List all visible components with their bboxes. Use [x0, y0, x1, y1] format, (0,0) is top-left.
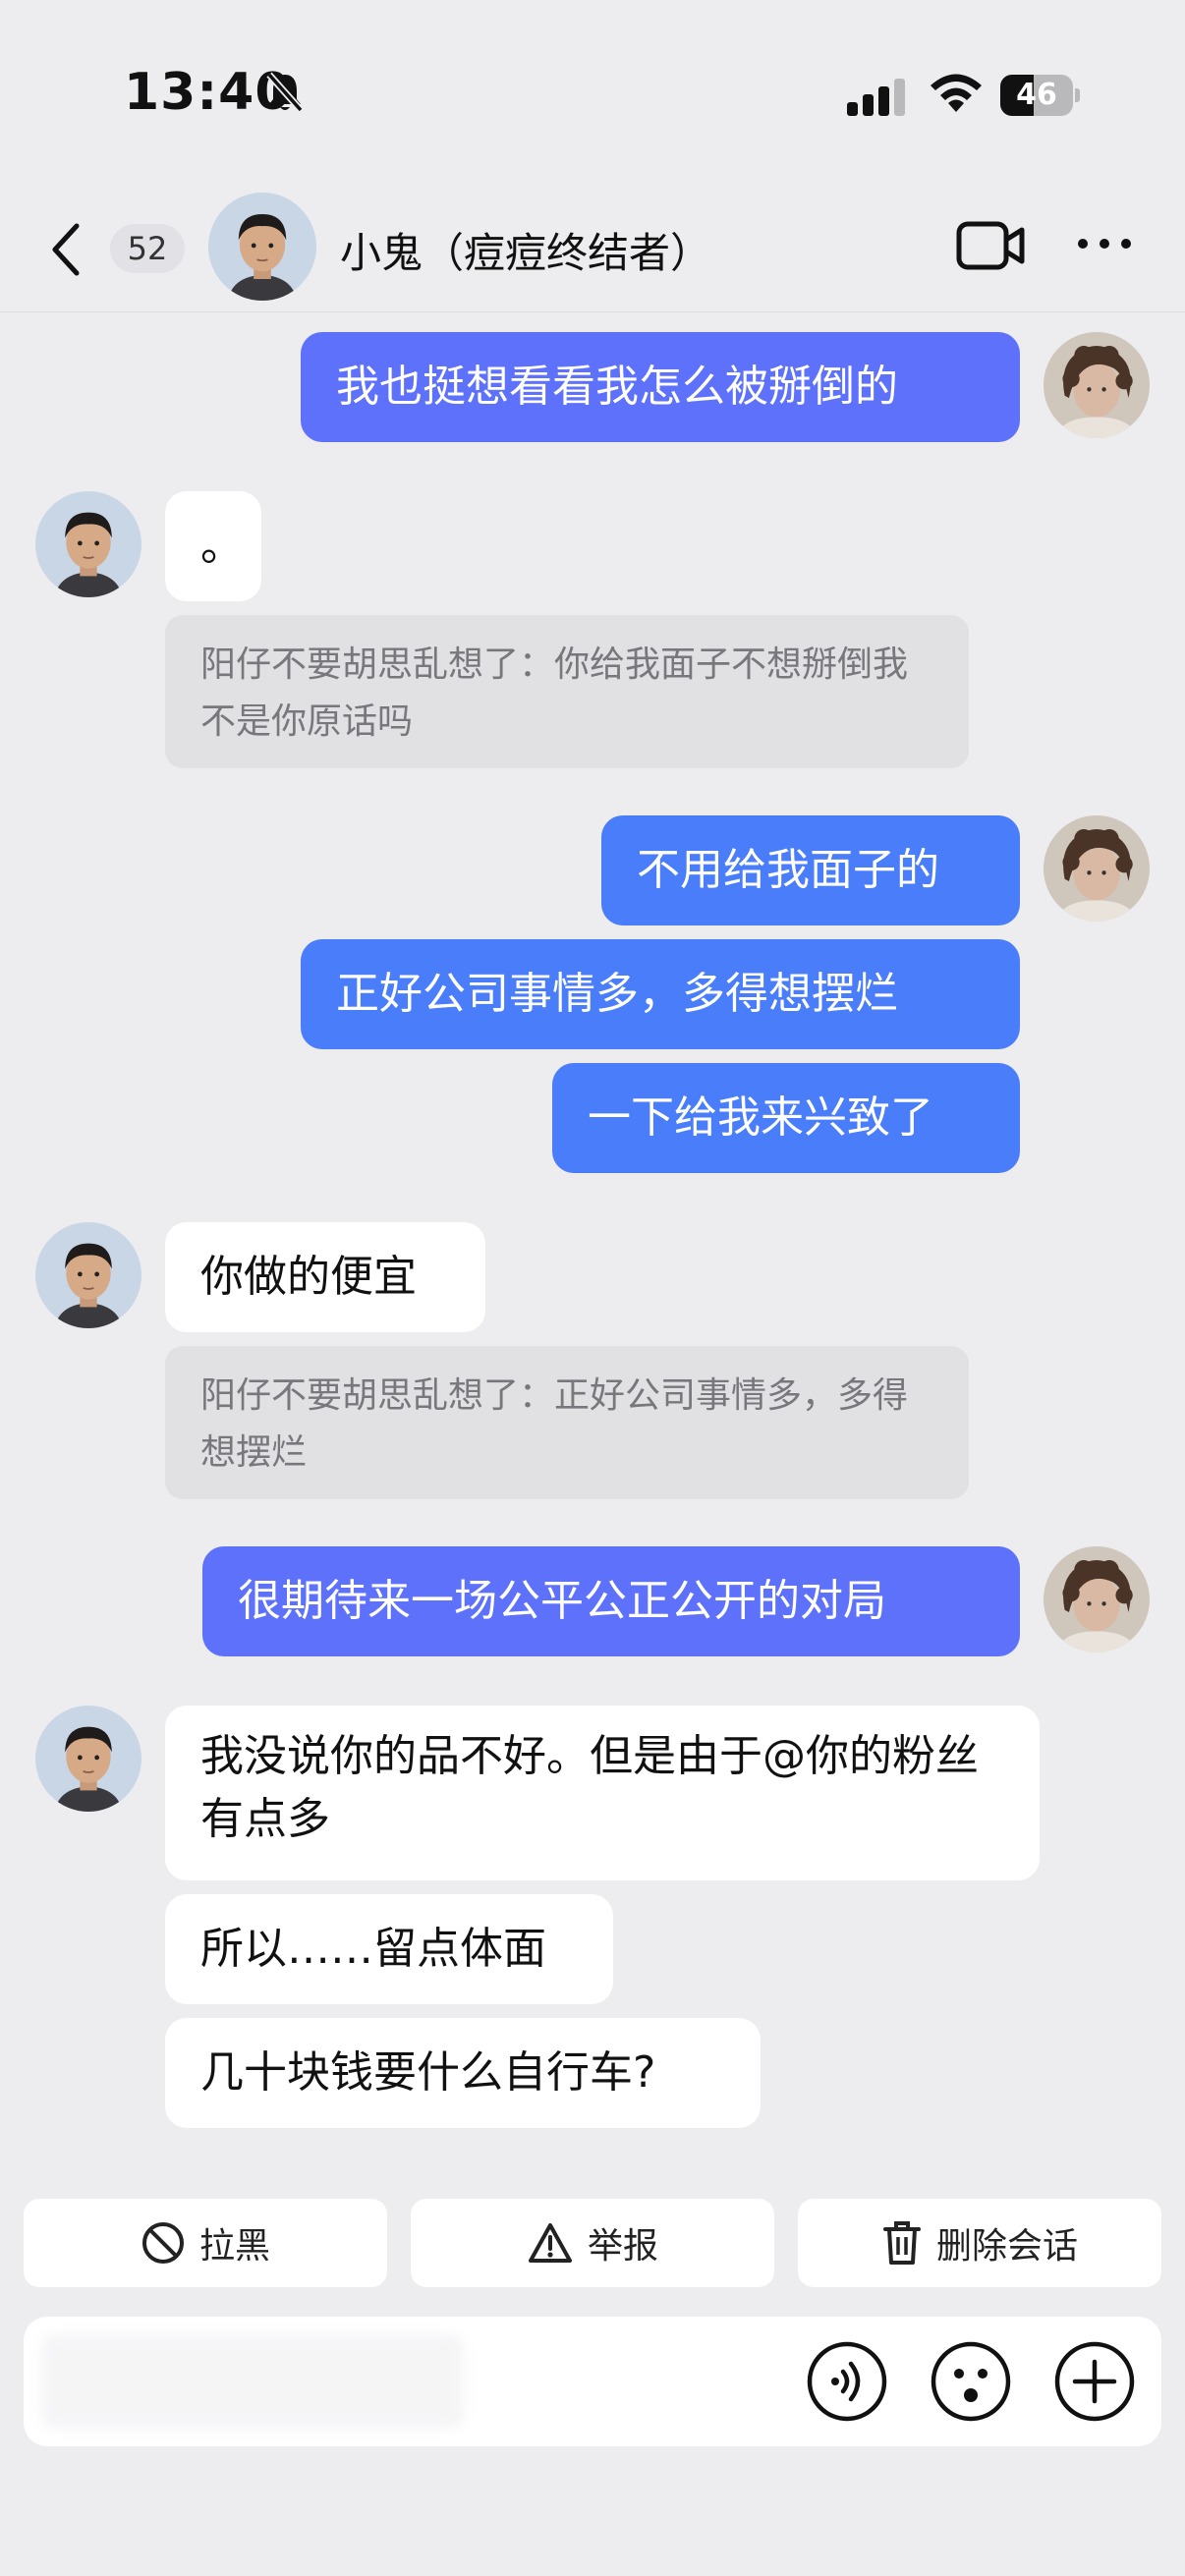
my-avatar[interactable] [1044, 1546, 1150, 1652]
contact-avatar[interactable] [35, 1222, 141, 1328]
status-bar: 13:40 46 [0, 0, 1185, 187]
quoted-reply[interactable]: 阳仔不要胡思乱想了：你给我面子不想掰倒我不是你原话吗 [165, 615, 969, 768]
chat-title[interactable]: 小鬼（痘痘终结者） [340, 220, 711, 280]
bell-muted-icon [266, 72, 304, 113]
contact-avatar[interactable] [35, 1706, 141, 1812]
trash-icon [882, 2221, 921, 2265]
my-avatar[interactable] [1044, 332, 1150, 438]
nav-bar: 52 小鬼（痘痘终结者） [0, 187, 1185, 312]
report-button[interactable]: 举报 [411, 2199, 774, 2287]
their-message-bubble[interactable]: 所以……留点体面 [165, 1894, 613, 2004]
contact-avatar[interactable] [208, 193, 316, 301]
back-arrow-icon[interactable] [47, 218, 86, 281]
message-list[interactable]: 我也挺想看看我怎么被掰倒的 。 阳仔不要胡思乱想了：你给我面子不想掰倒我不是你原… [0, 314, 1185, 2181]
block-label: 拉黑 [198, 2226, 270, 2267]
conversation-actions: 拉黑 举报 删除会话 [0, 2199, 1185, 2287]
warning-icon [528, 2223, 572, 2263]
video-call-icon[interactable] [955, 216, 1026, 275]
chat-screen: 13:40 46 52 小鬼（痘痘终结者） 我也挺想看看我怎么被掰倒的 。 阳仔… [0, 0, 1185, 2576]
contact-avatar[interactable] [35, 491, 141, 597]
message-input-bar [24, 2317, 1161, 2446]
my-message-bubble[interactable]: 正好公司事情多，多得想摆烂 [301, 939, 1020, 1049]
delete-conversation-button[interactable]: 删除会话 [798, 2199, 1161, 2287]
my-message-bubble[interactable]: 我也挺想看看我怎么被掰倒的 [301, 332, 1020, 442]
battery-percent: 46 [1016, 78, 1057, 112]
my-message-bubble[interactable]: 不用给我面子的 [601, 815, 1020, 925]
more-options-icon[interactable] [1075, 232, 1134, 255]
battery-indicator: 46 [1000, 75, 1080, 116]
their-message-bubble[interactable]: 几十块钱要什么自行车? [165, 2018, 761, 2128]
plus-icon[interactable] [1053, 2340, 1136, 2423]
report-label: 举报 [587, 2226, 658, 2267]
delete-label: 删除会话 [935, 2226, 1078, 2267]
their-message-bubble[interactable]: 我没说你的品不好。但是由于@你的粉丝有点多 [165, 1706, 1040, 1880]
signal-icon [847, 79, 905, 116]
unread-count-badge[interactable]: 52 [110, 224, 185, 273]
my-message-bubble[interactable]: 很期待来一场公平公正公开的对局 [202, 1546, 1020, 1656]
their-message-bubble[interactable]: 你做的便宜 [165, 1222, 485, 1332]
quoted-reply[interactable]: 阳仔不要胡思乱想了：正好公司事情多，多得想摆烂 [165, 1346, 969, 1499]
block-icon [141, 2222, 184, 2264]
their-message-bubble[interactable]: 。 [165, 491, 261, 601]
emoji-icon[interactable] [930, 2340, 1012, 2423]
my-message-bubble[interactable]: 一下给我来兴致了 [552, 1063, 1020, 1173]
my-avatar[interactable] [1044, 815, 1150, 922]
voice-icon[interactable] [806, 2340, 888, 2423]
wifi-icon [931, 74, 982, 112]
message-input[interactable] [41, 2334, 464, 2429]
block-button[interactable]: 拉黑 [24, 2199, 387, 2287]
